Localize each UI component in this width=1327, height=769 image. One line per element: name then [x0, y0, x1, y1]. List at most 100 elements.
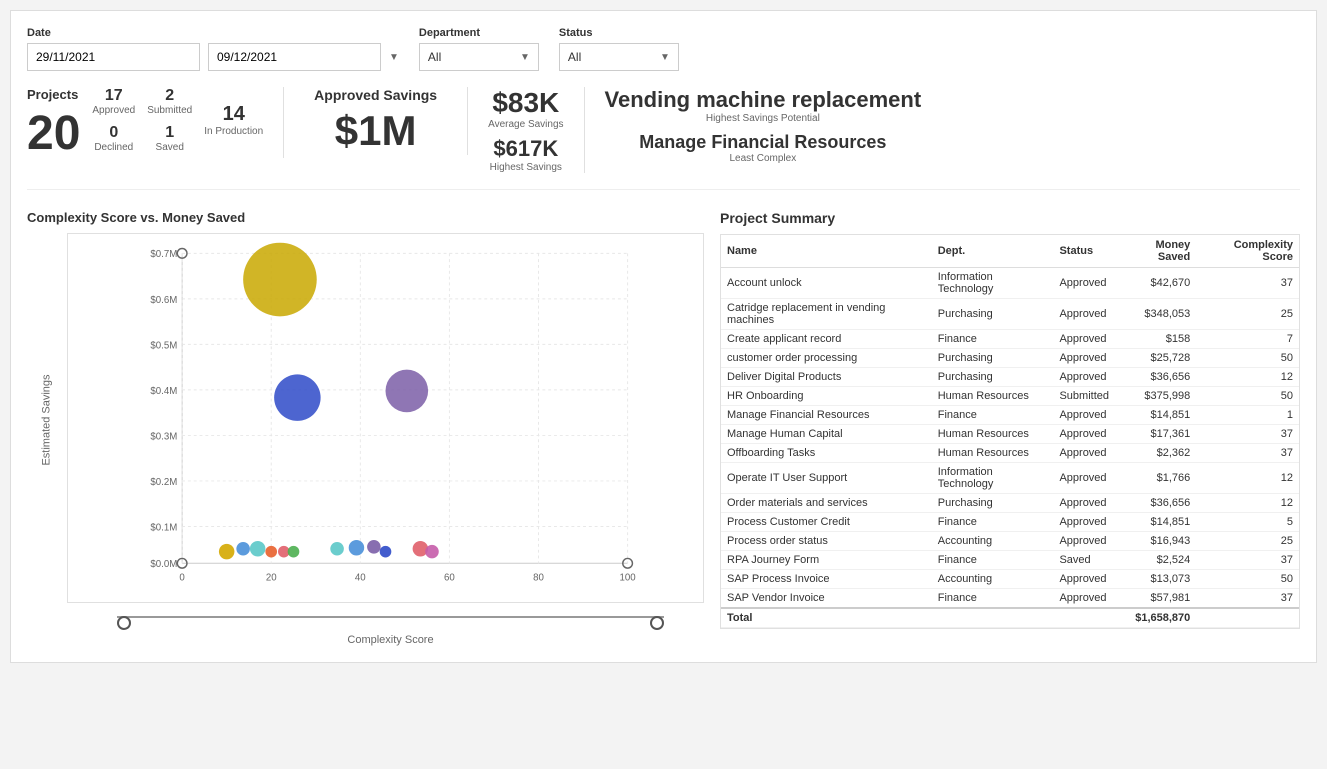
- table-cell: Deliver Digital Products: [721, 368, 932, 387]
- approved-label: Approved: [92, 105, 135, 116]
- table-cell: Purchasing: [932, 494, 1054, 513]
- slider-container: Complexity Score: [27, 606, 704, 646]
- table-cell: Approved: [1053, 425, 1115, 444]
- table-row: Manage Financial ResourcesFinanceApprove…: [721, 406, 1299, 425]
- bubble-s10: [380, 546, 392, 558]
- table-cell: Finance: [932, 589, 1054, 609]
- submitted-value: 2: [147, 87, 192, 105]
- table-cell: SAP Process Invoice: [721, 570, 932, 589]
- svg-text:$0.7M: $0.7M: [150, 249, 177, 260]
- table-cell: 50: [1196, 349, 1299, 368]
- table-cell: $14,851: [1115, 513, 1196, 532]
- stats-row: Projects 20 17 Approved 0 Declined 2: [27, 87, 1300, 190]
- table-cell: $14,851: [1115, 406, 1196, 425]
- table-row: HR OnboardingHuman ResourcesSubmitted$37…: [721, 387, 1299, 406]
- table-cell: 1: [1196, 406, 1299, 425]
- table-cell: $57,981: [1115, 589, 1196, 609]
- slider-track: [117, 616, 664, 618]
- table-cell: 50: [1196, 570, 1299, 589]
- table-row: Manage Human CapitalHuman ResourcesAppro…: [721, 425, 1299, 444]
- status-filter-label: Status: [559, 27, 679, 39]
- in-production-label: In Production: [204, 126, 263, 137]
- table-cell: Process Customer Credit: [721, 513, 932, 532]
- table-cell: 37: [1196, 589, 1299, 609]
- table-cell: 25: [1196, 299, 1299, 330]
- table-row: Process order statusAccountingApproved$1…: [721, 532, 1299, 551]
- table-cell: $2,362: [1115, 444, 1196, 463]
- table-cell: 25: [1196, 532, 1299, 551]
- chart-section: Complexity Score vs. Money Saved Estimat…: [27, 210, 704, 646]
- table-cell: Order materials and services: [721, 494, 932, 513]
- table-header-row: Name Dept. Status Money Saved Complexity…: [721, 235, 1299, 268]
- table-cell: Create applicant record: [721, 330, 932, 349]
- table-cell: Approved: [1053, 406, 1115, 425]
- slider-thumb-left[interactable]: [117, 616, 131, 630]
- table-cell: 7: [1196, 330, 1299, 349]
- table-row: Account unlockInformation TechnologyAppr…: [721, 268, 1299, 299]
- svg-text:$0.0M: $0.0M: [150, 559, 177, 570]
- col-money: Money Saved: [1115, 235, 1196, 268]
- table-cell: Accounting: [932, 532, 1054, 551]
- date-filter-row: ▼: [27, 43, 399, 71]
- table-title: Project Summary: [720, 210, 1300, 226]
- table-wrapper[interactable]: Name Dept. Status Money Saved Complexity…: [720, 234, 1300, 629]
- in-production-value: 14: [204, 103, 263, 126]
- table-cell: 12: [1196, 368, 1299, 387]
- table-cell: Submitted: [1053, 387, 1115, 406]
- avg-savings-label: Average Savings: [488, 119, 563, 130]
- table-cell: 12: [1196, 463, 1299, 494]
- table-cell: Approved: [1053, 494, 1115, 513]
- slider-thumb-right[interactable]: [650, 616, 664, 630]
- table-cell: $16,943: [1115, 532, 1196, 551]
- status-filter-group: Status All ▼: [559, 27, 679, 71]
- table-cell: Approved: [1053, 349, 1115, 368]
- date-to-input[interactable]: [208, 43, 381, 71]
- table-cell: 12: [1196, 494, 1299, 513]
- table-cell: Manage Human Capital: [721, 425, 932, 444]
- table-section: Project Summary Name Dept. Status Money …: [720, 210, 1300, 646]
- table-cell: Approved: [1053, 463, 1115, 494]
- bubble-customer: [386, 370, 429, 413]
- bubble-hr: [274, 374, 320, 420]
- table-cell: Approved: [1053, 513, 1115, 532]
- department-chevron-icon: ▼: [520, 52, 530, 63]
- table-cell: Purchasing: [932, 368, 1054, 387]
- x-axis-label: Complexity Score: [117, 634, 664, 646]
- table-cell: Purchasing: [932, 299, 1054, 330]
- table-cell: RPA Journey Form: [721, 551, 932, 570]
- table-cell: Saved: [1053, 551, 1115, 570]
- approved-stat: 17 Approved: [92, 87, 135, 116]
- table-cell: $158: [1115, 330, 1196, 349]
- date-chevron-icon: ▼: [389, 52, 399, 63]
- table-cell: Approved: [1053, 330, 1115, 349]
- projects-block: Projects 20 17 Approved 0 Declined 2: [27, 87, 284, 158]
- table-cell: Finance: [932, 513, 1054, 532]
- main-content: Complexity Score vs. Money Saved Estimat…: [27, 210, 1300, 646]
- status-select[interactable]: All ▼: [559, 43, 679, 71]
- department-select[interactable]: All ▼: [419, 43, 539, 71]
- in-production-stat: 14 In Production: [204, 103, 263, 137]
- table-cell: 37: [1196, 444, 1299, 463]
- svg-text:$0.2M: $0.2M: [150, 477, 177, 488]
- bubble-s12: [425, 545, 439, 559]
- table-cell: $375,998: [1115, 387, 1196, 406]
- table-row: customer order processingPurchasingAppro…: [721, 349, 1299, 368]
- approved-savings-block: Approved Savings $1M: [284, 87, 468, 155]
- table-cell: Human Resources: [932, 444, 1054, 463]
- table-body: Account unlockInformation TechnologyAppr…: [721, 268, 1299, 628]
- svg-text:$0.3M: $0.3M: [150, 431, 177, 442]
- projects-label: Projects: [27, 87, 80, 102]
- table-cell: Human Resources: [932, 387, 1054, 406]
- date-from-input[interactable]: [27, 43, 200, 71]
- bubble-s2: [236, 542, 250, 556]
- department-filter-label: Department: [419, 27, 539, 39]
- table-cell: Approved: [1053, 589, 1115, 609]
- table-cell: Accounting: [932, 570, 1054, 589]
- table-row: Operate IT User SupportInformation Techn…: [721, 463, 1299, 494]
- table-cell: Approved: [1053, 532, 1115, 551]
- highlight-block: Vending machine replacement Highest Savi…: [585, 87, 942, 164]
- table-cell: 50: [1196, 387, 1299, 406]
- table-cell: 37: [1196, 425, 1299, 444]
- bubble-s4: [265, 546, 277, 558]
- table-cell: $17,361: [1115, 425, 1196, 444]
